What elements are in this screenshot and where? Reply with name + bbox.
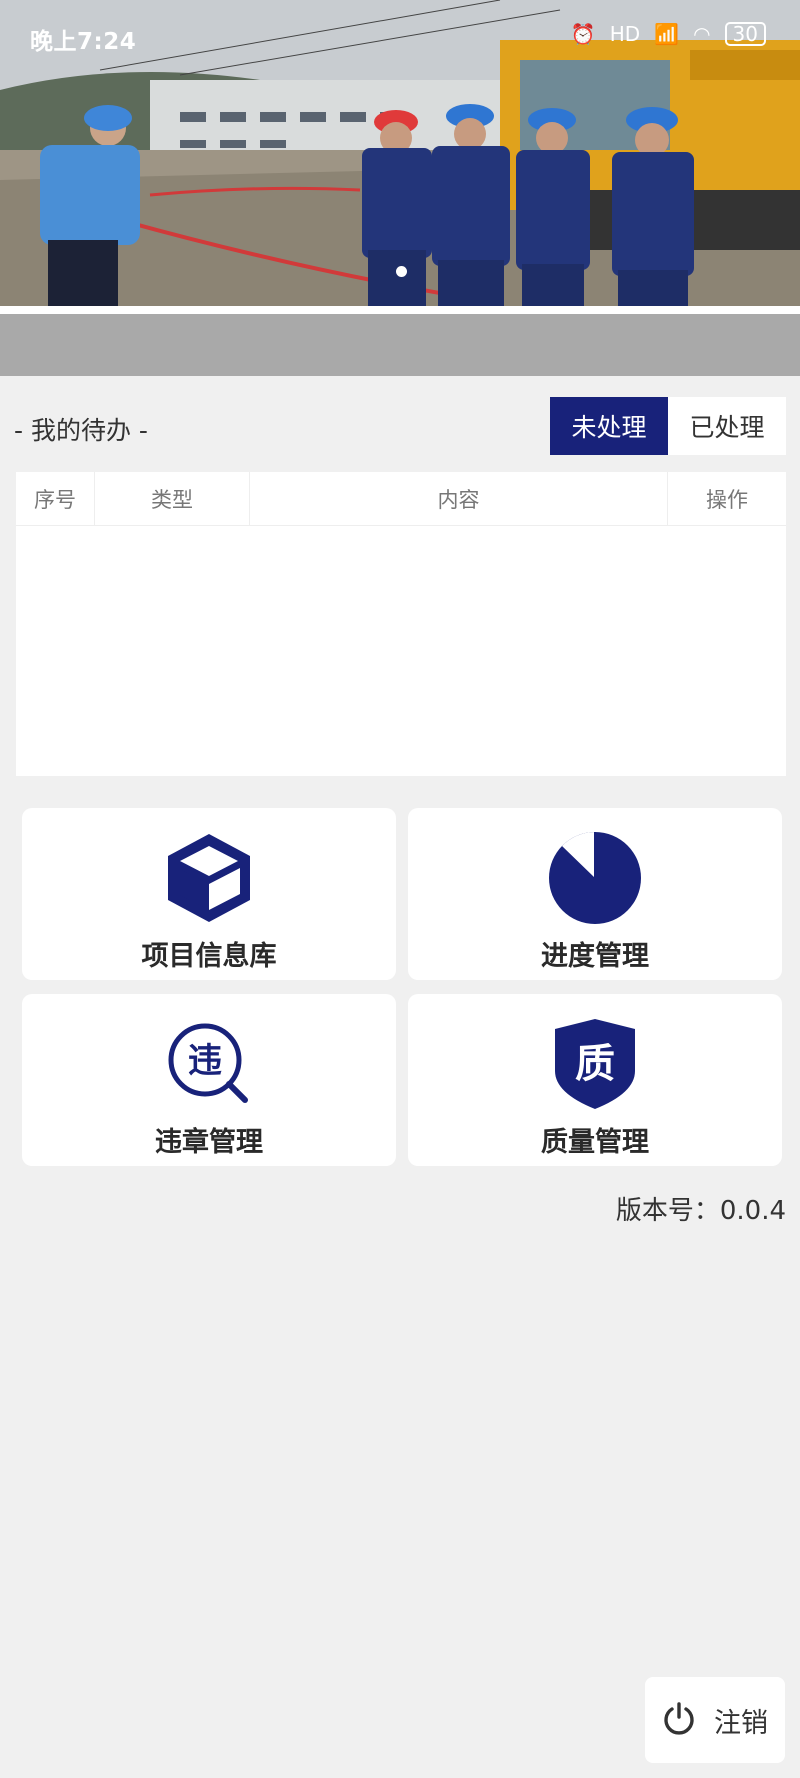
column-header-type: 类型	[95, 472, 250, 526]
notice-strip	[0, 314, 800, 376]
logout-label: 注销	[714, 1707, 768, 1739]
quality-card[interactable]: 质 质量管理	[408, 994, 782, 1166]
version-number: 版本号：0.0.4	[615, 1196, 786, 1226]
violation-icon-text: 违	[188, 1041, 222, 1081]
alarm-icon: ⏰	[570, 22, 596, 46]
project-info-label: 项目信息库	[141, 941, 277, 972]
violation-label: 违章管理	[155, 1127, 263, 1158]
status-icons: ⏰ HD 📶 ◠ 30	[571, 22, 766, 46]
todo-title: - 我的待办 -	[14, 416, 148, 445]
project-info-card[interactable]: 项目信息库	[22, 808, 396, 980]
progress-label: 进度管理	[541, 941, 649, 972]
quality-shield-icon: 质	[547, 1016, 643, 1112]
column-header-action: 操作	[706, 488, 748, 512]
progress-card[interactable]: 进度管理	[408, 808, 782, 980]
status-bar: 晚上7:24 ⏰ HD 📶 ◠ 30	[0, 0, 800, 72]
battery-icon: 30	[724, 22, 766, 46]
todo-tabs: 未处理 已处理	[550, 397, 786, 455]
progress-pie-icon	[547, 830, 643, 926]
tab-processed[interactable]: 已处理	[668, 397, 786, 455]
wifi-icon: ◠	[693, 22, 711, 46]
column-header-content: 内容	[250, 472, 668, 526]
signal-icon: 📶	[654, 22, 680, 46]
logout-button[interactable]: 注销	[645, 1677, 785, 1763]
hd-icon: HD	[609, 22, 641, 46]
power-icon	[662, 1701, 696, 1739]
cube-icon	[161, 830, 257, 926]
quality-icon-text: 质	[575, 1041, 615, 1087]
table-body	[16, 526, 786, 776]
quality-label: 质量管理	[541, 1127, 649, 1158]
todo-table: 序号 类型 内容 操作	[16, 472, 786, 776]
carousel-indicator[interactable]	[396, 266, 407, 277]
banner-divider	[0, 306, 800, 314]
table-header: 序号 类型 内容 操作	[16, 472, 786, 526]
violation-card[interactable]: 违 违章管理	[22, 994, 396, 1166]
status-time: 晚上7:24	[30, 29, 137, 55]
banner-carousel[interactable]: 晚上7:24 ⏰ HD 📶 ◠ 30	[0, 0, 800, 306]
violation-search-icon: 违	[161, 1016, 257, 1112]
column-header-index: 序号	[16, 472, 95, 526]
tab-unprocessed[interactable]: 未处理	[550, 397, 668, 455]
